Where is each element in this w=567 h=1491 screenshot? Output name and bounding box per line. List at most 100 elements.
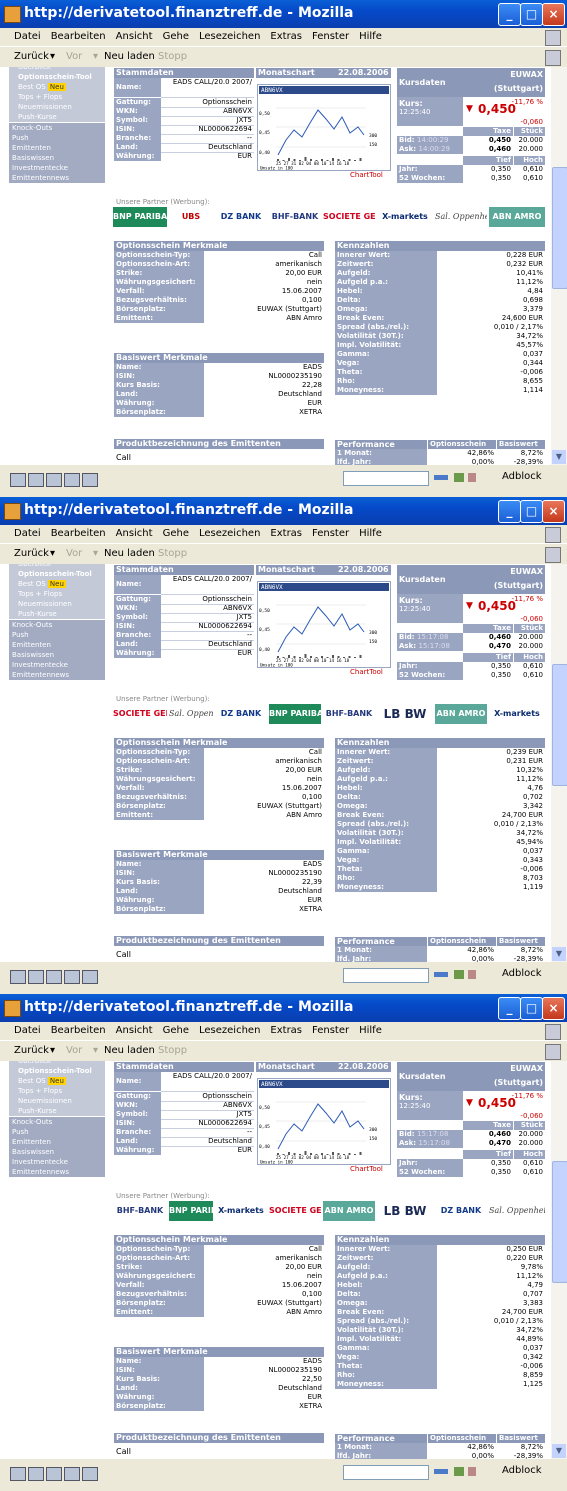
addressbook-icon[interactable] xyxy=(64,970,80,984)
sidebar-item[interactable]: Emittentennews xyxy=(9,1167,105,1177)
chatzilla-icon[interactable] xyxy=(82,1467,98,1481)
navigator-icon[interactable] xyxy=(10,970,26,984)
partner-banner[interactable]: LB BW xyxy=(377,1201,433,1221)
chatzilla-icon[interactable] xyxy=(82,970,98,984)
forward-button[interactable]: Vor xyxy=(66,544,82,564)
menu-ansicht[interactable]: Ansicht xyxy=(116,1025,153,1036)
menu-fenster[interactable]: Fenster xyxy=(312,528,349,539)
minimize-button[interactable]: _ xyxy=(498,997,521,1020)
partner-banner[interactable]: X-markets xyxy=(377,207,433,227)
menu-gehe[interactable]: Gehe xyxy=(163,528,189,539)
stop-button[interactable]: Stopp xyxy=(158,544,187,564)
vertical-scrollbar[interactable]: ▼ xyxy=(551,1061,567,1459)
maximize-button[interactable]: □ xyxy=(520,997,543,1020)
sidebar-item[interactable]: Tops + Flops xyxy=(9,92,105,103)
stop-button[interactable]: Stopp xyxy=(158,47,187,67)
close-button[interactable]: × xyxy=(542,500,565,523)
sidebar-item[interactable]: Push xyxy=(9,1126,105,1137)
menu-bearbeiten[interactable]: Bearbeiten xyxy=(51,1025,106,1036)
partner-banner[interactable]: SOCIETE GENERALE xyxy=(269,1201,321,1221)
menu-extras[interactable]: Extras xyxy=(270,528,302,539)
menu-hilfe[interactable]: Hilfe xyxy=(359,1025,382,1036)
sidebar-item[interactable]: Knock-Outs xyxy=(9,619,105,630)
composer-icon[interactable] xyxy=(46,1467,62,1481)
chatzilla-icon[interactable] xyxy=(82,473,98,487)
back-dropdown-icon[interactable]: ▾ xyxy=(50,1041,55,1061)
menu-bearbeiten[interactable]: Bearbeiten xyxy=(51,528,106,539)
mail-icon[interactable] xyxy=(28,473,44,487)
menu-gehe[interactable]: Gehe xyxy=(163,31,189,42)
partner-banner[interactable]: X-markets xyxy=(489,704,545,724)
forward-button[interactable]: Vor xyxy=(66,47,82,67)
menu-datei[interactable]: Datei xyxy=(14,1025,41,1036)
sidebar-item[interactable]: Neuemissionen xyxy=(9,1096,105,1107)
partner-banner[interactable]: SOCIETE GENERALE xyxy=(113,704,167,724)
sidebar-item[interactable]: Push-Kurse xyxy=(9,609,105,620)
sidebar-item[interactable]: Best OS Neu xyxy=(9,579,105,590)
maximize-button[interactable]: □ xyxy=(520,500,543,523)
partner-banner[interactable]: X-markets xyxy=(215,1201,267,1221)
partner-banner[interactable]: SOCIETE GENERALE xyxy=(323,207,375,227)
back-button[interactable]: Zurück xyxy=(14,47,49,67)
scrollbar-thumb[interactable] xyxy=(552,167,567,289)
maximize-button[interactable]: □ xyxy=(520,3,543,26)
sidebar-item[interactable]: Optionsschein-Tool xyxy=(9,569,105,579)
sidebar-item[interactable]: Basiswissen xyxy=(9,1146,105,1157)
sidebar-item[interactable]: Basiswissen xyxy=(9,152,105,163)
scrollbar-thumb[interactable] xyxy=(552,1161,567,1283)
partner-banner[interactable]: Sal. Oppenheim xyxy=(435,207,487,227)
scrollbar-thumb[interactable] xyxy=(552,664,567,786)
partner-banner[interactable]: Sal. Oppenheim xyxy=(169,704,213,724)
reload-button[interactable]: Neu laden xyxy=(104,1041,155,1061)
sidebar-item[interactable]: Tops + Flops xyxy=(9,589,105,600)
adblock-button[interactable]: Adblock xyxy=(502,968,542,979)
navigator-icon[interactable] xyxy=(10,1467,26,1481)
menu-ansicht[interactable]: Ansicht xyxy=(116,528,153,539)
composer-icon[interactable] xyxy=(46,970,62,984)
menu-fenster[interactable]: Fenster xyxy=(312,31,349,42)
sidebar-item[interactable]: Investmentecke xyxy=(9,1156,105,1167)
sidebar-item[interactable]: Emittenten xyxy=(9,1136,105,1147)
menu-bearbeiten[interactable]: Bearbeiten xyxy=(51,31,106,42)
partner-banner[interactable]: BNP PARIBAS xyxy=(269,704,321,724)
menu-extras[interactable]: Extras xyxy=(270,1025,302,1036)
sidebar-item[interactable]: Optionsschein-Tool xyxy=(9,72,105,82)
sidebar-item[interactable]: Basiswissen xyxy=(9,649,105,660)
partner-banner[interactable]: Sal. Oppenheim xyxy=(489,1201,545,1221)
stop-button[interactable]: Stopp xyxy=(158,1041,187,1061)
close-button[interactable]: × xyxy=(542,3,565,26)
menu-hilfe[interactable]: Hilfe xyxy=(359,528,382,539)
menu-lesezeichen[interactable]: Lesezeichen xyxy=(199,31,260,42)
addressbook-icon[interactable] xyxy=(64,473,80,487)
partner-banner[interactable]: ABN AMRO xyxy=(489,207,545,227)
minimize-button[interactable]: _ xyxy=(498,500,521,523)
sidebar-item[interactable]: Emittentennews xyxy=(9,173,105,183)
scroll-down-icon[interactable]: ▼ xyxy=(552,947,566,961)
sidebar-item[interactable]: Push xyxy=(9,629,105,640)
partner-banner[interactable]: ABN AMRO xyxy=(435,704,487,724)
menu-datei[interactable]: Datei xyxy=(14,528,41,539)
menu-gehe[interactable]: Gehe xyxy=(163,1025,189,1036)
month-chart[interactable]: ABN6VX 0,50 0,45 0,40 300 150 25 27 31 02 04 0… xyxy=(257,1078,391,1165)
sidebar-item[interactable]: Knock-Outs xyxy=(9,1116,105,1127)
forward-button[interactable]: Vor xyxy=(66,1041,82,1061)
back-dropdown-icon[interactable]: ▾ xyxy=(50,47,55,67)
scroll-down-icon[interactable]: ▼ xyxy=(552,1444,566,1458)
adblock-button[interactable]: Adblock xyxy=(502,471,542,482)
month-chart[interactable]: ABN6VX 0,50 0,45 0,40 300 150 25 27 31 02 04 0… xyxy=(257,84,391,171)
sidebar-item[interactable]: Push xyxy=(9,132,105,143)
menu-fenster[interactable]: Fenster xyxy=(312,1025,349,1036)
back-dropdown-icon[interactable]: ▾ xyxy=(50,544,55,564)
sidebar-item[interactable]: Best OS Neu xyxy=(9,1076,105,1087)
forward-dropdown-icon[interactable]: ▾ xyxy=(93,544,98,564)
adblock-button[interactable]: Adblock xyxy=(502,1465,542,1476)
partner-banner[interactable]: BNP PARIBAS xyxy=(113,207,167,227)
menu-extras[interactable]: Extras xyxy=(270,31,302,42)
sidebar-item[interactable]: Neuemissionen xyxy=(9,599,105,610)
sidebar-item[interactable]: Knock-Outs xyxy=(9,122,105,133)
scroll-down-icon[interactable]: ▼ xyxy=(552,450,566,464)
navigator-icon[interactable] xyxy=(10,473,26,487)
composer-icon[interactable] xyxy=(46,473,62,487)
partner-banner[interactable]: BNP PARIBAS xyxy=(169,1201,213,1221)
partner-banner[interactable]: BHF-BANK xyxy=(113,1201,167,1221)
